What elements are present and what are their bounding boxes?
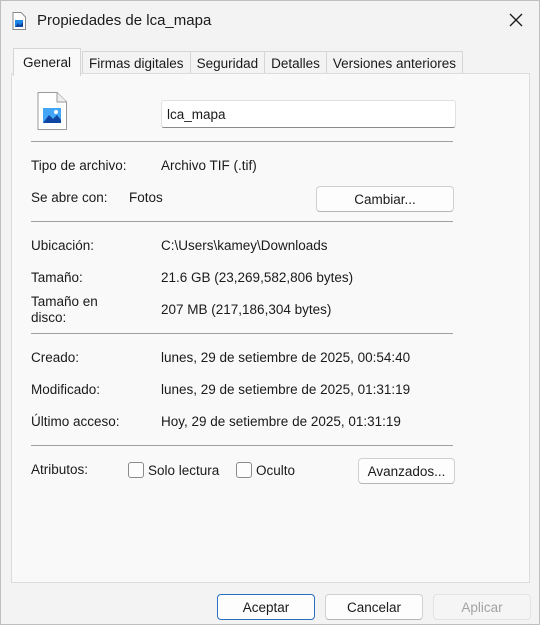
image-file-icon [37,92,67,130]
tab-detalles[interactable]: Detalles [264,51,327,75]
tab-general[interactable]: General [13,48,82,76]
advanced-button[interactable]: Avanzados... [358,458,455,484]
opens-with-label: Se abre con: [31,190,108,205]
tab-versiones-anteriores[interactable]: Versiones anteriores [325,51,463,75]
tab-strip: General Firmas digitales Seguridad Detal… [13,48,463,76]
disk-size-label: Tamaño en disco: [31,294,98,325]
close-button[interactable] [493,1,539,41]
accessed-value: Hoy, 29 de setiembre de 2025, 01:31:19 [161,414,401,429]
properties-dialog: Propiedades de lca_mapa General Firmas d… [0,0,540,625]
disk-size-value: 207 MB (217,186,304 bytes) [161,302,332,317]
close-icon [509,13,523,30]
window-title: Propiedades de lca_mapa [37,12,212,29]
tab-firmas-digitales[interactable]: Firmas digitales [82,51,191,75]
created-value: lunes, 29 de setiembre de 2025, 00:54:40 [161,350,411,365]
readonly-checkbox-label: Solo lectura [148,462,220,478]
file-name-input[interactable] [161,100,456,128]
readonly-checkbox[interactable]: Solo lectura [128,462,219,478]
accessed-label: Último acceso: [31,414,120,429]
cancel-button[interactable]: Cancelar [325,594,423,620]
title-bar: Propiedades de lca_mapa [1,1,539,41]
apply-button[interactable]: Aplicar [433,594,531,620]
readonly-checkbox-box[interactable] [128,462,144,478]
attributes-label: Atributos: [31,462,89,477]
tab-seguridad[interactable]: Seguridad [189,51,266,75]
size-value: 21.6 GB (23,269,582,806 bytes) [161,270,354,285]
size-label: Tamaño: [31,270,83,285]
ok-button[interactable]: Aceptar [217,594,315,620]
divider [31,333,453,334]
modified-label: Modificado: [31,382,101,397]
change-button[interactable]: Cambiar... [316,186,454,212]
divider [31,221,453,222]
divider [31,141,453,142]
divider [31,445,453,446]
modified-value: lunes, 29 de setiembre de 2025, 01:31:19 [161,382,411,397]
location-label: Ubicación: [31,238,95,253]
type-label: Tipo de archivo: [31,158,127,173]
hidden-checkbox-box[interactable] [236,462,252,478]
general-panel: Tipo de archivo: Archivo TIF (.tif) Se a… [11,73,530,583]
created-label: Creado: [31,350,80,365]
type-value: Archivo TIF (.tif) [161,158,257,173]
opens-with-value: Fotos [129,190,163,205]
location-value: C:\Users\kamey\Downloads [161,238,328,253]
hidden-checkbox[interactable]: Oculto [236,462,295,478]
image-file-icon [12,12,26,30]
hidden-checkbox-label: Oculto [256,462,296,478]
